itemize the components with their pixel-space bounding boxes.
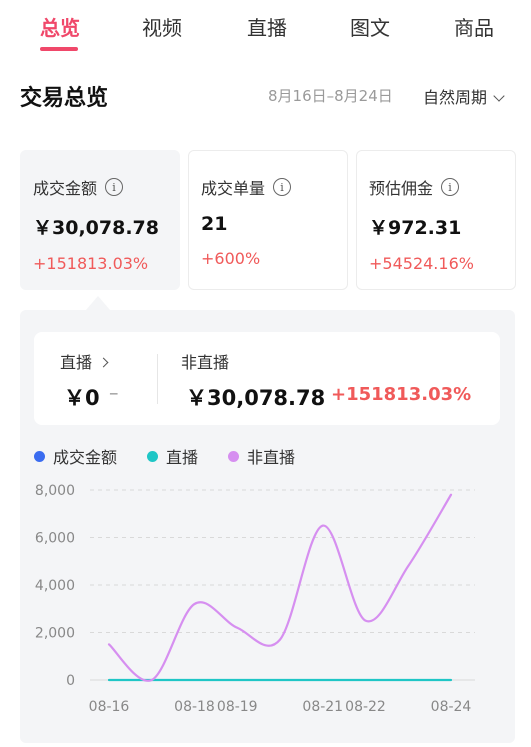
y-tick-label: 4,000: [35, 578, 75, 594]
series-line-nonlive: [107, 493, 453, 682]
x-tick-label: 08-22: [345, 699, 386, 715]
x-tick-label: 08-24: [431, 699, 472, 715]
y-tick-label: 6,000: [35, 531, 75, 547]
tab-video[interactable]: 视频: [142, 12, 182, 41]
metric-label: 成交单量: [201, 179, 266, 198]
metric-label: 预估佣金: [369, 179, 434, 198]
metric-value: 21: [201, 213, 228, 235]
metric-change: +600%: [201, 249, 261, 268]
metric-card-commission[interactable]: 预估佣金 i ￥972.31 +54524.16%: [356, 150, 516, 290]
series-line-total: [109, 495, 451, 681]
y-tick-label: 0: [66, 673, 75, 689]
info-circle-icon[interactable]: i: [273, 178, 292, 196]
card-pointer: [86, 296, 110, 310]
y-tick-label: 8,000: [35, 483, 75, 499]
period-select[interactable]: 自然周期: [423, 84, 505, 108]
info-circle-icon[interactable]: i: [441, 178, 460, 196]
page-title: 交易总览: [20, 86, 109, 111]
date-range: 8月16日–8月24日: [268, 87, 393, 105]
tab-image-text[interactable]: 图文: [350, 12, 390, 41]
tab-bar: 总览 视频 直播 图文 商品: [0, 0, 531, 62]
x-tick-label: 08-16: [89, 699, 130, 715]
metric-card-orders[interactable]: 成交单量 i 21 +600%: [188, 150, 348, 290]
tab-active-indicator: [40, 47, 78, 51]
x-tick-label: 08-18: [174, 699, 215, 715]
period-select-label: 自然周期: [423, 88, 488, 107]
metric-change: +54524.16%: [369, 254, 474, 273]
metric-label: 成交金额: [33, 179, 98, 198]
line-chart: 0 2,000 4,000 6,000 8,000 08-16 08-18 08-19 08-2…: [35, 483, 475, 715]
chevron-down-icon: [493, 90, 505, 102]
detail-panel: 直播 ￥0 – 非直播 ￥30,078.78 +151813.03% 成交金额 …: [20, 310, 515, 743]
metric-card-gmv[interactable]: 成交金额 i ￥30,078.78 +151813.03%: [20, 150, 180, 290]
metric-change: +151813.03%: [33, 254, 149, 273]
tab-live[interactable]: 直播: [247, 12, 287, 41]
metric-value: ￥972.31: [369, 217, 462, 239]
tab-products[interactable]: 商品: [454, 12, 494, 41]
y-tick-label: 2,000: [35, 626, 75, 642]
x-tick-label: 08-19: [217, 699, 258, 715]
x-tick-label: 08-21: [302, 699, 343, 715]
info-circle-icon[interactable]: i: [105, 178, 124, 196]
tab-overview[interactable]: 总览: [40, 12, 80, 41]
metric-value: ￥30,078.78: [33, 217, 159, 239]
